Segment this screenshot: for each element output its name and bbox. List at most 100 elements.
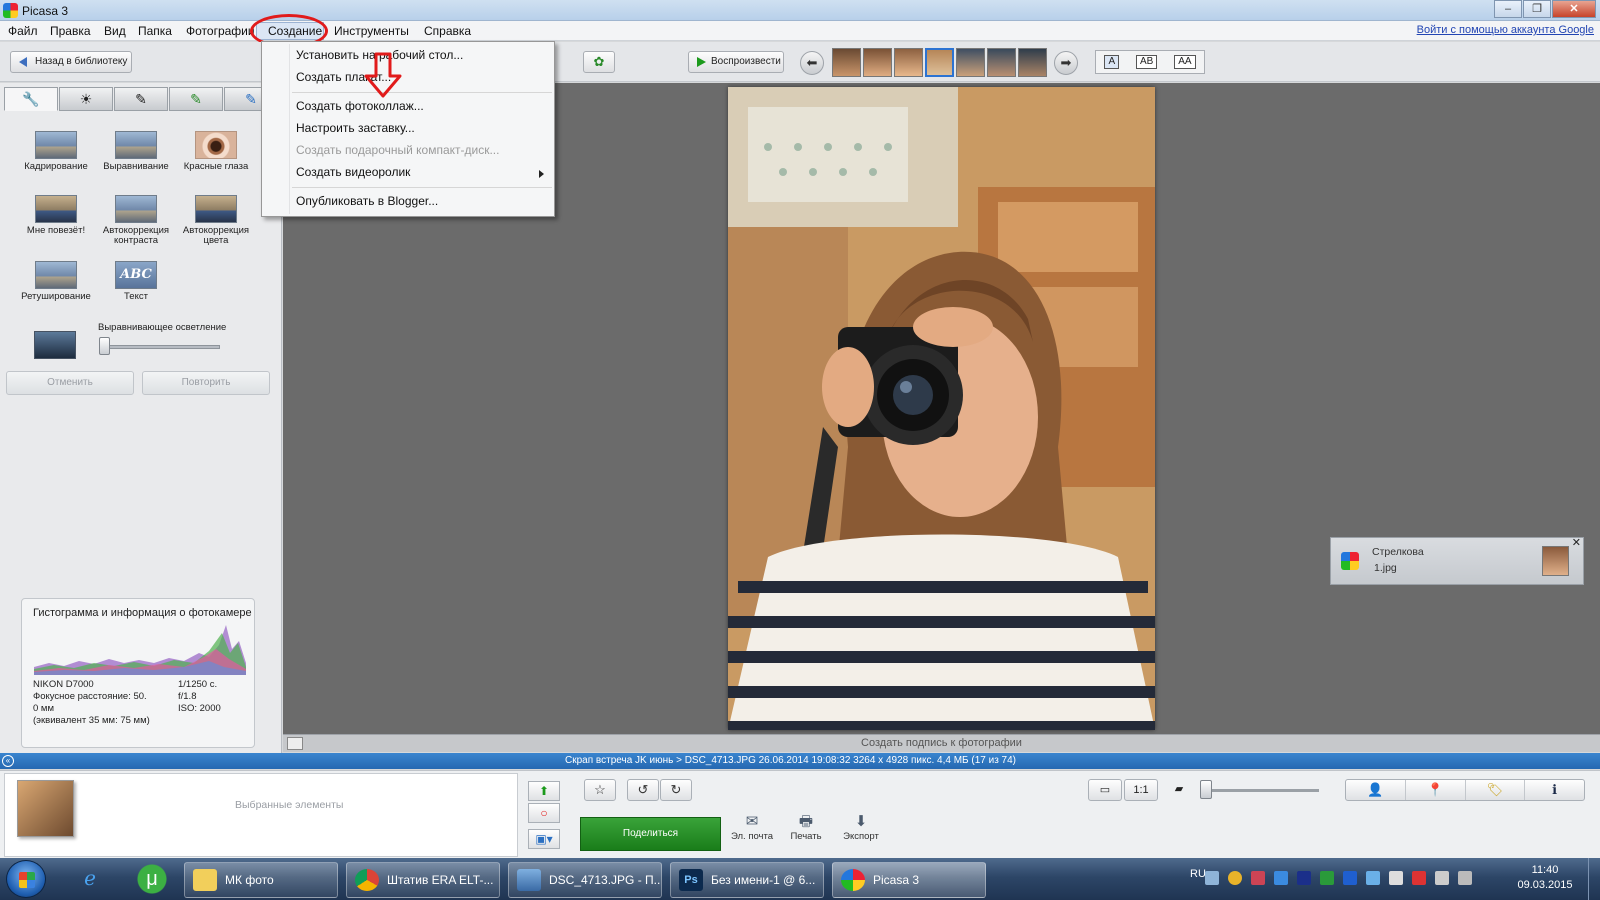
person-icon[interactable]: 👤 xyxy=(1346,780,1406,800)
maximize-button[interactable]: ❐ xyxy=(1523,0,1551,18)
language-indicator[interactable]: RU xyxy=(1190,868,1206,880)
menu-item-blogger[interactable]: Опубликовать в Blogger... xyxy=(296,194,438,208)
fill-light-slider-knob[interactable] xyxy=(99,337,110,355)
close-button[interactable]: ✕ xyxy=(1552,0,1596,18)
undo-button[interactable]: Отменить xyxy=(6,371,134,395)
tool-retouch[interactable]: Ретуширование xyxy=(14,261,98,302)
collapse-panel-button[interactable]: « xyxy=(2,755,14,767)
selected-photo-thumb[interactable] xyxy=(17,780,74,837)
minimize-button[interactable]: – xyxy=(1494,0,1522,18)
tab-effects-2[interactable]: ✎ xyxy=(169,87,223,111)
tag-icon[interactable]: 🏷 xyxy=(1466,780,1526,800)
menu-file[interactable]: Файл xyxy=(8,24,38,38)
menu-help[interactable]: Справка xyxy=(424,24,471,38)
tray-flag-icon[interactable] xyxy=(1389,871,1403,885)
star-button[interactable]: ☆ xyxy=(584,779,616,801)
next-photo-button[interactable]: ➡ xyxy=(1054,51,1078,75)
menu-tools[interactable]: Инструменты xyxy=(334,24,409,38)
filmstrip-thumb[interactable] xyxy=(1018,48,1047,77)
clock[interactable]: 11:40 09.03.2015 xyxy=(1510,863,1580,893)
task-folder-label: МК фото xyxy=(225,873,274,887)
caption-mode-aa[interactable]: AA xyxy=(1174,55,1196,69)
ie-icon[interactable]: ℯ xyxy=(70,862,110,896)
menu-edit[interactable]: Правка xyxy=(50,24,91,38)
caption-toggle-button[interactable] xyxy=(287,737,303,750)
tray-icon[interactable] xyxy=(1320,871,1334,885)
tray-icon[interactable] xyxy=(1366,871,1380,885)
tool-crop[interactable]: Кадрирование xyxy=(14,131,98,172)
filmstrip-thumb-selected[interactable] xyxy=(925,48,954,77)
fill-light-slider[interactable] xyxy=(102,345,220,349)
tool-text[interactable]: ABC Текст xyxy=(94,261,178,302)
tool-im-feeling-lucky[interactable]: Мне повезёт! xyxy=(14,195,98,236)
tray-icon[interactable] xyxy=(1251,871,1265,885)
slideshow-play-button[interactable]: Воспроизвести xyxy=(688,51,784,73)
print-action[interactable]: 🖶 Печать xyxy=(776,813,836,842)
utorrent-icon[interactable]: μ xyxy=(132,862,172,896)
task-photo-viewer-label: DSC_4713.JPG - П... xyxy=(549,873,662,887)
show-desktop-button[interactable] xyxy=(1588,858,1600,900)
tray-power-icon[interactable] xyxy=(1458,871,1472,885)
redo-button[interactable]: Повторить xyxy=(142,371,270,395)
caption-mode-a[interactable]: A xyxy=(1104,55,1120,69)
export-action[interactable]: ⬇ Экспорт xyxy=(831,813,891,842)
add-to-album-button[interactable]: ▣▾ xyxy=(528,829,560,849)
share-button[interactable]: Поделиться xyxy=(580,817,721,851)
actual-size-button[interactable]: 1:1 xyxy=(1124,779,1158,801)
start-button[interactable] xyxy=(6,860,46,898)
task-chrome-label: Штатив ERA ELT-... xyxy=(387,873,494,887)
fit-view-button[interactable]: ▭ xyxy=(1088,779,1122,801)
filmstrip-thumb[interactable] xyxy=(863,48,892,77)
tray-icon[interactable] xyxy=(1274,871,1288,885)
tray-icon[interactable] xyxy=(1205,871,1219,885)
menu-folder[interactable]: Папка xyxy=(138,24,172,38)
notification-close-icon[interactable]: ✕ xyxy=(1572,536,1581,549)
info-icon[interactable]: ℹ xyxy=(1525,780,1584,800)
caption-bar[interactable]: Создать подпись к фотографии xyxy=(283,734,1600,752)
menu-item-create-movie[interactable]: Создать видеоролик xyxy=(296,165,410,179)
back-to-library-button[interactable]: Назад в библиотеку xyxy=(10,51,132,73)
tab-tuning[interactable]: ☀ xyxy=(59,87,113,111)
tool-red-eye[interactable]: Красные глаза xyxy=(174,131,258,172)
window-title: Picasa 3 xyxy=(22,4,69,18)
tab-effects-1[interactable]: ✎ xyxy=(114,87,168,111)
task-picasa[interactable]: Picasa 3 xyxy=(832,862,986,898)
task-folder[interactable]: МК фото xyxy=(184,862,338,898)
clear-selection-button[interactable]: ○ xyxy=(528,803,560,823)
email-action[interactable]: ✉ Эл. почта xyxy=(722,813,782,842)
zoom-slider-knob[interactable] xyxy=(1200,780,1212,799)
tray-bluetooth-icon[interactable] xyxy=(1343,871,1357,885)
task-photoshop[interactable]: Ps Без имени-1 @ 6... xyxy=(670,862,824,898)
caption-mode-group: A AB AA xyxy=(1095,50,1205,74)
windows-taskbar: ℯ μ МК фото Штатив ERA ELT-... DSC_4713.… xyxy=(0,858,1600,900)
gift-icon: ✿ xyxy=(593,54,605,69)
rotate-left-button[interactable]: ↺ xyxy=(627,779,659,801)
google-signin-link[interactable]: Войти с помощью аккаунта Google xyxy=(1417,24,1594,36)
tray-chrome-icon[interactable] xyxy=(1228,871,1242,885)
caption-mode-ab[interactable]: AB xyxy=(1135,55,1158,69)
filmstrip-thumb[interactable] xyxy=(956,48,985,77)
rotate-right-button[interactable]: ↻ xyxy=(660,779,692,801)
tray-icon[interactable] xyxy=(1297,871,1311,885)
menu-item-screensaver[interactable]: Настроить заставку... xyxy=(296,121,415,135)
hold-pin-button[interactable]: ⬆ xyxy=(528,781,560,801)
tab-basic-fixes[interactable]: 🔧 xyxy=(4,87,58,111)
filmstrip-thumb[interactable] xyxy=(894,48,923,77)
task-chrome[interactable]: Штатив ERA ELT-... xyxy=(346,862,500,898)
tray-shield-icon[interactable] xyxy=(1412,871,1426,885)
menu-item-create-collage[interactable]: Создать фотоколлаж... xyxy=(296,99,424,113)
tool-straighten[interactable]: Выравнивание xyxy=(94,131,178,172)
tool-auto-color[interactable]: Автокоррекция цвета xyxy=(174,195,258,246)
location-icon[interactable]: 📍 xyxy=(1406,780,1466,800)
tool-auto-contrast[interactable]: Автокоррекция контраста xyxy=(94,195,178,246)
gift-button[interactable]: ✿ xyxy=(583,51,615,73)
tray-volume-icon[interactable] xyxy=(1435,871,1449,885)
filmstrip-thumb[interactable] xyxy=(832,48,861,77)
filmstrip-thumb[interactable] xyxy=(987,48,1016,77)
prev-photo-button[interactable]: ⬅ xyxy=(800,51,824,75)
menu-photos[interactable]: Фотографии xyxy=(186,24,255,38)
task-photo-viewer[interactable]: DSC_4713.JPG - П... xyxy=(508,862,662,898)
upload-notification[interactable]: Стрелкова 1.jpg ✕ xyxy=(1330,537,1584,585)
menu-view[interactable]: Вид xyxy=(104,24,126,38)
zoom-slider[interactable] xyxy=(1205,789,1319,792)
